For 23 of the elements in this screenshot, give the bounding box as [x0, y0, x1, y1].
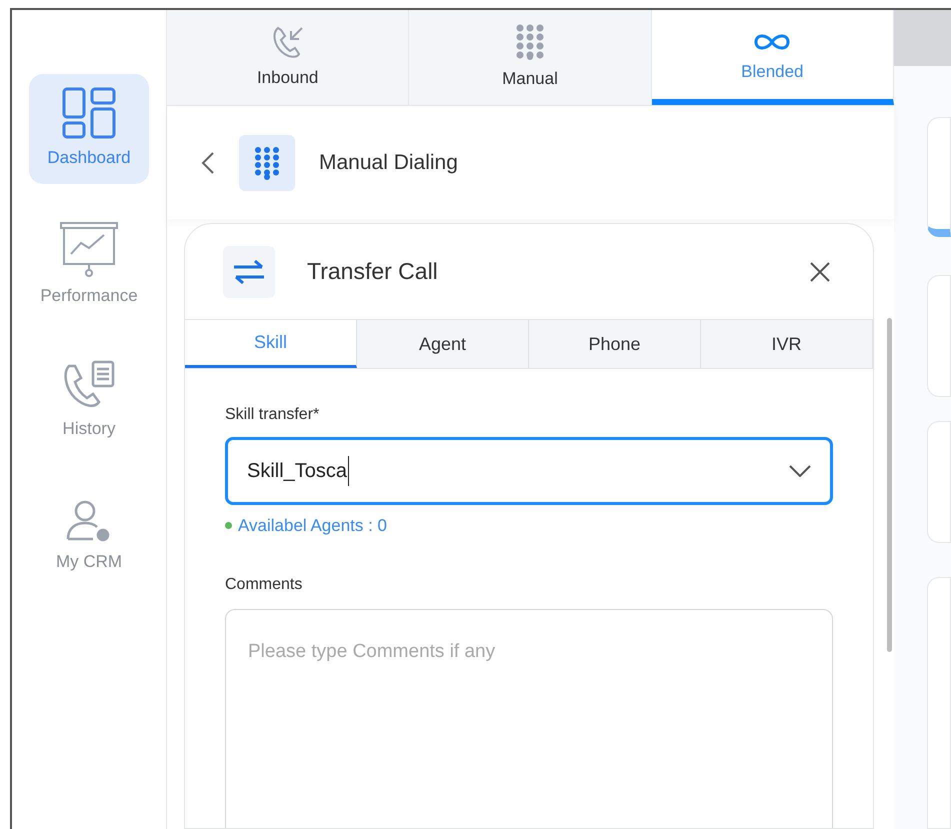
incoming-call-icon [270, 24, 305, 59]
transfer-tab[interactable]: Agent [357, 320, 529, 368]
grid-icon [62, 87, 116, 140]
mode-tab[interactable]: Inbound [167, 10, 410, 105]
header-title: Manual Dialing [319, 150, 458, 176]
mode-tab[interactable]: Manual [409, 10, 652, 105]
transfer-tab[interactable]: IVR [701, 320, 873, 368]
keypad-icon [514, 24, 545, 60]
panel-title: Transfer Call [307, 257, 439, 286]
chevron-down-icon [789, 465, 811, 477]
skill-select[interactable]: Skill_Tosca [225, 437, 833, 505]
presentation-chart-icon [59, 221, 119, 278]
keypad-icon [254, 146, 280, 180]
field-label: Comments [225, 574, 304, 594]
field-label: Skill transfer* [225, 405, 320, 425]
available-agents-text: Availabel Agents : 0 [238, 515, 388, 537]
back-icon[interactable] [201, 150, 215, 174]
swap-arrows-icon [232, 258, 266, 284]
comments-field[interactable]: Please type Comments if any [225, 608, 833, 828]
close-icon[interactable] [809, 260, 831, 282]
select-value: Skill_Tosca [247, 456, 350, 486]
transfer-tab[interactable]: Phone [529, 320, 701, 368]
top-bar [894, 10, 951, 66]
